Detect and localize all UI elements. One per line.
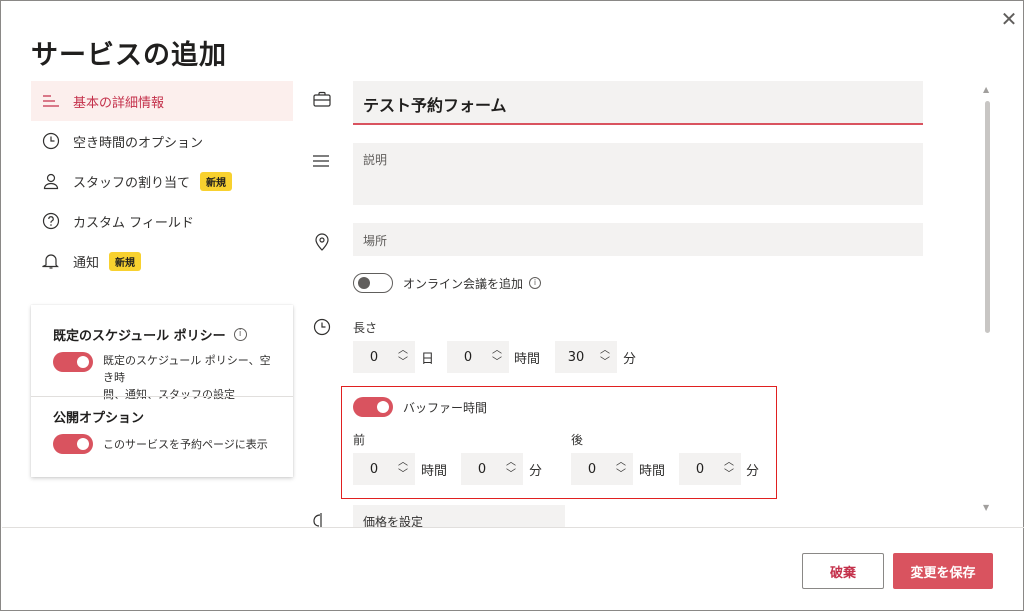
discard-button[interactable]: 破棄 — [802, 553, 884, 589]
days-unit: 日 — [421, 352, 435, 367]
stepper-arrows-icon[interactable]: ︿ ﹀ — [395, 457, 411, 481]
close-icon[interactable]: ✕ — [999, 9, 1019, 29]
sidebar-item-label: 通知 — [73, 255, 100, 271]
price-tag-icon — [311, 511, 331, 527]
description-input[interactable]: 説明 — [353, 143, 923, 205]
minutes-unit: 分 — [623, 352, 637, 367]
hours-unit: 時間 — [639, 464, 666, 479]
info-icon[interactable]: i — [233, 328, 247, 341]
duration-hours-stepper[interactable]: 0 ︿ ﹀ — [447, 341, 509, 373]
price-select[interactable]: 価格を設定 — [353, 505, 565, 527]
info-icon[interactable]: i — [529, 277, 542, 289]
buffer-before-label: 前 — [353, 433, 366, 447]
stepper-value: 0 — [587, 461, 597, 477]
sidebar-item-basic-details[interactable]: 基本の詳細情報 — [31, 81, 293, 121]
stepper-arrows-icon[interactable]: ︿ ﹀ — [489, 345, 505, 369]
online-meeting-row: オンライン会議を追加 i — [353, 273, 542, 293]
sidebar-item-availability[interactable]: 空き時間のオプション — [31, 121, 293, 161]
duration-label: 長さ — [353, 321, 378, 335]
service-name-input[interactable]: テスト予約フォーム — [353, 81, 923, 125]
clock-icon — [313, 318, 333, 338]
list-lines-icon — [41, 91, 61, 111]
sidebar-item-label: カスタム フィールド — [73, 215, 194, 231]
buffer-time-row: バッファー時間 — [353, 397, 487, 417]
default-policy-toggle[interactable] — [53, 352, 93, 372]
divider — [31, 396, 293, 397]
stepper-arrows-icon[interactable]: ︿ ﹀ — [597, 345, 613, 369]
price-select-label: 価格を設定 — [363, 515, 424, 527]
stepper-arrows-icon[interactable]: ︿ ﹀ — [721, 457, 737, 481]
stepper-value: 30 — [567, 349, 585, 365]
clock-icon — [41, 131, 61, 151]
buffer-before-minutes-stepper[interactable]: 0 ︿ ﹀ — [461, 453, 523, 485]
minutes-unit: 分 — [746, 464, 760, 479]
stepper-value: 0 — [463, 349, 473, 365]
publish-toggle[interactable] — [53, 434, 93, 454]
default-policy-desc-line1: 既定のスケジュール ポリシー、空き時 — [103, 354, 271, 384]
sidebar-item-custom-fields[interactable]: カスタム フィールド — [31, 201, 293, 241]
dialog-title: サービスの追加 — [31, 40, 227, 71]
sidebar-nav: 基本の詳細情報 空き時間のオプション スタッフの割り当て 新規 カスタム フィー… — [31, 81, 293, 281]
duration-days-stepper[interactable]: 0 ︿ ﹀ — [353, 341, 415, 373]
buffer-time-toggle[interactable] — [353, 397, 393, 417]
location-input[interactable]: 場所 — [353, 223, 923, 256]
hours-unit: 時間 — [514, 352, 541, 367]
stepper-value: 0 — [369, 349, 379, 365]
new-badge: 新規 — [200, 171, 233, 191]
buffer-before-hours-stepper[interactable]: 0 ︿ ﹀ — [353, 453, 415, 485]
scroll-down-icon[interactable]: ▼ — [983, 503, 989, 512]
online-meeting-toggle[interactable] — [353, 273, 393, 293]
dialog: ✕ サービスの追加 基本の詳細情報 空き時間のオプション スタッフの割り当て 新… — [0, 0, 1024, 611]
policy-card: 既定のスケジュール ポリシー i 既定のスケジュール ポリシー、空き時 間、通知… — [31, 305, 293, 477]
buffer-time-label: バッファー時間 — [403, 400, 488, 415]
stepper-arrows-icon[interactable]: ︿ ﹀ — [395, 345, 411, 369]
briefcase-icon — [313, 91, 333, 111]
sidebar-item-label: 空き時間のオプション — [73, 135, 204, 151]
online-meeting-label: オンライン会議を追加 — [403, 276, 524, 291]
stepper-value: 0 — [477, 461, 487, 477]
save-changes-button[interactable]: 変更を保存 — [893, 553, 993, 589]
duration-minutes-stepper[interactable]: 30 ︿ ﹀ — [555, 341, 617, 373]
default-policy-title-text: 既定のスケジュール ポリシー — [53, 329, 226, 344]
stepper-arrows-icon[interactable]: ︿ ﹀ — [613, 457, 629, 481]
sidebar-item-label: 基本の詳細情報 — [73, 95, 165, 111]
hours-unit: 時間 — [421, 464, 448, 479]
buffer-after-minutes-stepper[interactable]: 0 ︿ ﹀ — [679, 453, 741, 485]
bell-icon — [41, 251, 61, 271]
buffer-after-hours-stepper[interactable]: 0 ︿ ﹀ — [571, 453, 633, 485]
default-policy-desc-line2: 間、通知、スタッフの設定 — [103, 388, 235, 401]
new-badge: 新規 — [109, 251, 142, 271]
footer-divider — [2, 527, 1024, 528]
publish-options-title: 公開オプション — [53, 411, 145, 426]
scrollbar-thumb[interactable] — [985, 101, 990, 333]
question-circle-icon — [41, 211, 61, 231]
sidebar-item-label: スタッフの割り当て — [73, 175, 191, 191]
publish-description: このサービスを予約ページに表示 — [103, 437, 268, 451]
stepper-value: 0 — [695, 461, 705, 477]
buffer-after-label: 後 — [571, 433, 584, 447]
default-policy-title: 既定のスケジュール ポリシー i — [53, 325, 271, 344]
description-lines-icon — [312, 153, 332, 173]
stepper-value: 0 — [369, 461, 379, 477]
stepper-arrows-icon[interactable]: ︿ ﹀ — [503, 457, 519, 481]
location-pin-icon — [314, 233, 334, 253]
sidebar-item-notifications[interactable]: 通知 新規 — [31, 241, 293, 281]
minutes-unit: 分 — [529, 464, 543, 479]
sidebar-item-staff[interactable]: スタッフの割り当て 新規 — [31, 161, 293, 201]
scroll-up-icon[interactable]: ▲ — [983, 85, 989, 94]
person-icon — [41, 171, 61, 191]
